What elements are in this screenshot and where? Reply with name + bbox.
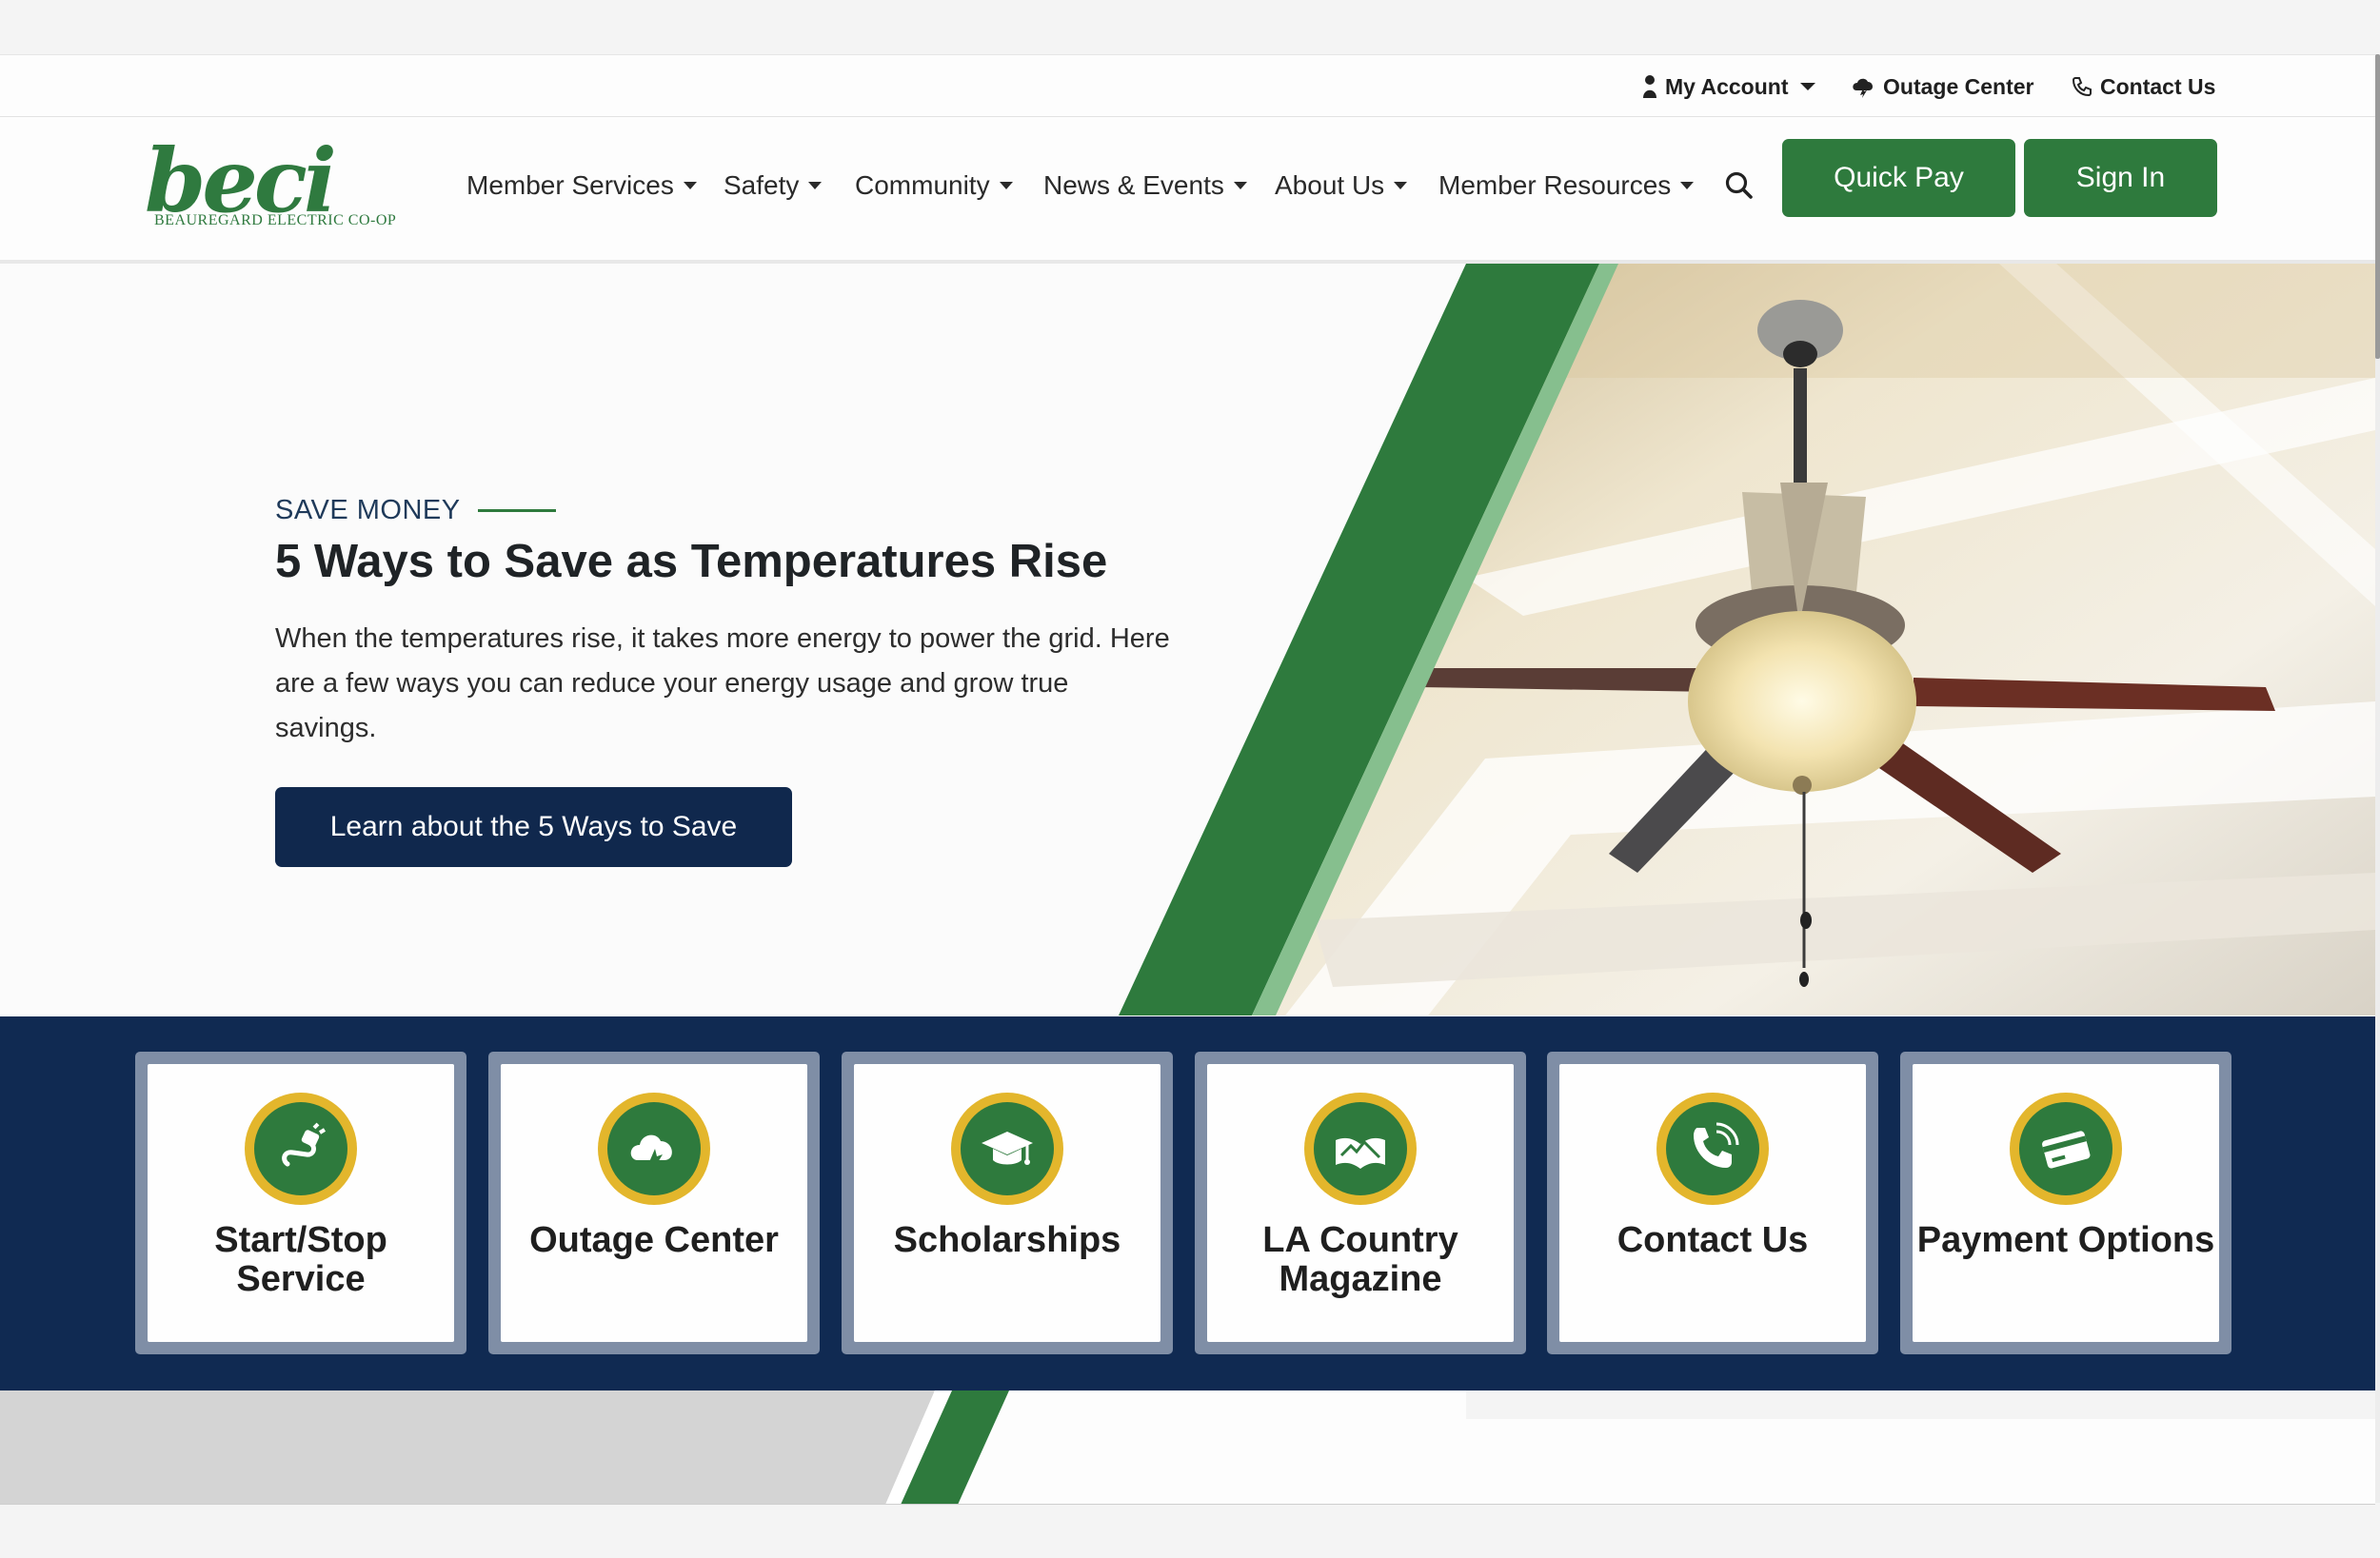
icon-disc [2019,1102,2112,1195]
quick-link-label: Payment Options [1916,1220,2215,1260]
nav-community[interactable]: Community [855,167,1013,205]
nav-label: Safety [724,170,800,200]
my-account-menu[interactable]: My Account [1642,72,1815,101]
quick-links-band: Start/Stop Service Outage Center Scholar… [0,1016,2375,1390]
storm-cloud-icon [630,1134,672,1172]
logo-wordmark: beci [145,129,337,232]
quick-link-la-country-magazine[interactable]: LA Country Magazine [1195,1052,1526,1354]
card-body: LA Country Magazine [1207,1064,1514,1342]
icon-disc [961,1102,1054,1195]
phone-icon [2072,77,2092,97]
hero-eyebrow: SAVE MONEY [275,495,556,526]
scrollbar[interactable] [2375,54,2380,1503]
icon-disc [607,1102,701,1195]
plug-icon [282,1122,327,1167]
nav-label: Community [855,170,990,200]
card-body: Payment Options [1913,1064,2219,1342]
credit-card-icon [2042,1131,2091,1169]
quick-link-contact-us[interactable]: Contact Us [1547,1052,1878,1354]
card-body: Outage Center [501,1064,807,1342]
nav-about-us[interactable]: About Us [1275,167,1408,205]
icon-disc [1314,1102,1407,1195]
hero-body: When the temperatures rise, it takes mor… [275,623,1170,743]
contact-us-link[interactable]: Contact Us [2072,72,2215,101]
quick-link-label: Outage Center [529,1220,779,1260]
graduation-cap-icon [982,1132,1033,1165]
hero-banner: SAVE MONEY 5 Ways to Save as Temperature… [0,264,2375,1016]
chevron-down-icon [1799,83,1815,90]
quick-link-outage-center[interactable]: Outage Center [488,1052,820,1354]
beci-logo[interactable]: beci BEAUREGARD ELECTRIC CO-OP [145,137,396,229]
card-body: Contact Us [1559,1064,1866,1342]
quick-link-payment-options[interactable]: Payment Options [1900,1052,2231,1354]
icon-ring [245,1093,357,1205]
nav-safety[interactable]: Safety [724,167,823,205]
card-body: Scholarships [854,1064,1160,1342]
quick-link-start-stop-service[interactable]: Start/Stop Service [135,1052,466,1354]
next-section-preview [0,1390,2375,1504]
my-account-label: My Account [1665,73,1789,99]
nav-label: News & Events [1043,170,1224,200]
quick-pay-button[interactable]: Quick Pay [1782,139,2015,217]
icon-ring [598,1093,710,1205]
chevron-down-icon [683,182,697,189]
storm-cloud-icon [1853,78,1874,98]
eyebrow-text: SAVE MONEY [275,495,461,525]
quick-link-label: Start/Stop Service [214,1220,387,1299]
outage-center-label: Outage Center [1883,73,2034,99]
outage-center-link[interactable]: Outage Center [1851,72,2033,101]
icon-ring [2010,1093,2122,1205]
sign-in-button[interactable]: Sign In [2024,139,2217,217]
quick-link-label: Scholarships [893,1220,1121,1260]
chevron-down-icon [1233,182,1247,189]
nav-label: Member Services [466,170,674,200]
contact-us-label: Contact Us [2100,73,2216,99]
nav-label: Member Resources [1438,170,1672,200]
decorative-stripes [0,1390,2375,1504]
scrollbar-thumb[interactable] [2375,54,2380,359]
icon-ring [951,1093,1063,1205]
phone-icon [1694,1122,1739,1168]
nav-label: About Us [1275,170,1385,200]
learn-more-button[interactable]: Learn about the 5 Ways to Save [275,787,792,867]
chevron-down-icon [1394,182,1408,189]
chevron-down-icon [999,182,1013,189]
user-icon [1643,75,1656,98]
nav-news-events[interactable]: News & Events [1043,167,1247,205]
hero-title: 5 Ways to Save as Temperatures Rise [275,536,1108,587]
quick-link-label: Contact Us [1616,1220,1809,1260]
quick-link-label: LA Country Magazine [1262,1220,1458,1299]
nav-member-resources[interactable]: Member Resources [1438,167,1695,205]
utility-bar: My Account Outage Center Contact Us [0,55,2375,117]
icon-ring [1656,1093,1769,1205]
open-book-icon [1336,1137,1385,1169]
chevron-down-icon [808,182,823,189]
quick-link-scholarships[interactable]: Scholarships [842,1052,1173,1354]
search-icon[interactable] [1723,169,1755,202]
icon-disc [1666,1102,1759,1195]
logo-subtitle: BEAUREGARD ELECTRIC CO-OP [154,212,397,228]
nav-member-services[interactable]: Member Services [466,167,697,205]
chevron-down-icon [1680,182,1695,189]
eyebrow-rule [477,509,556,512]
card-body: Start/Stop Service [148,1064,454,1342]
browser-page: My Account Outage Center Contact Us beci… [0,54,2375,1505]
main-navigation: beci BEAUREGARD ELECTRIC CO-OP Member Se… [0,117,2375,264]
icon-disc [254,1102,347,1195]
icon-ring [1304,1093,1417,1205]
